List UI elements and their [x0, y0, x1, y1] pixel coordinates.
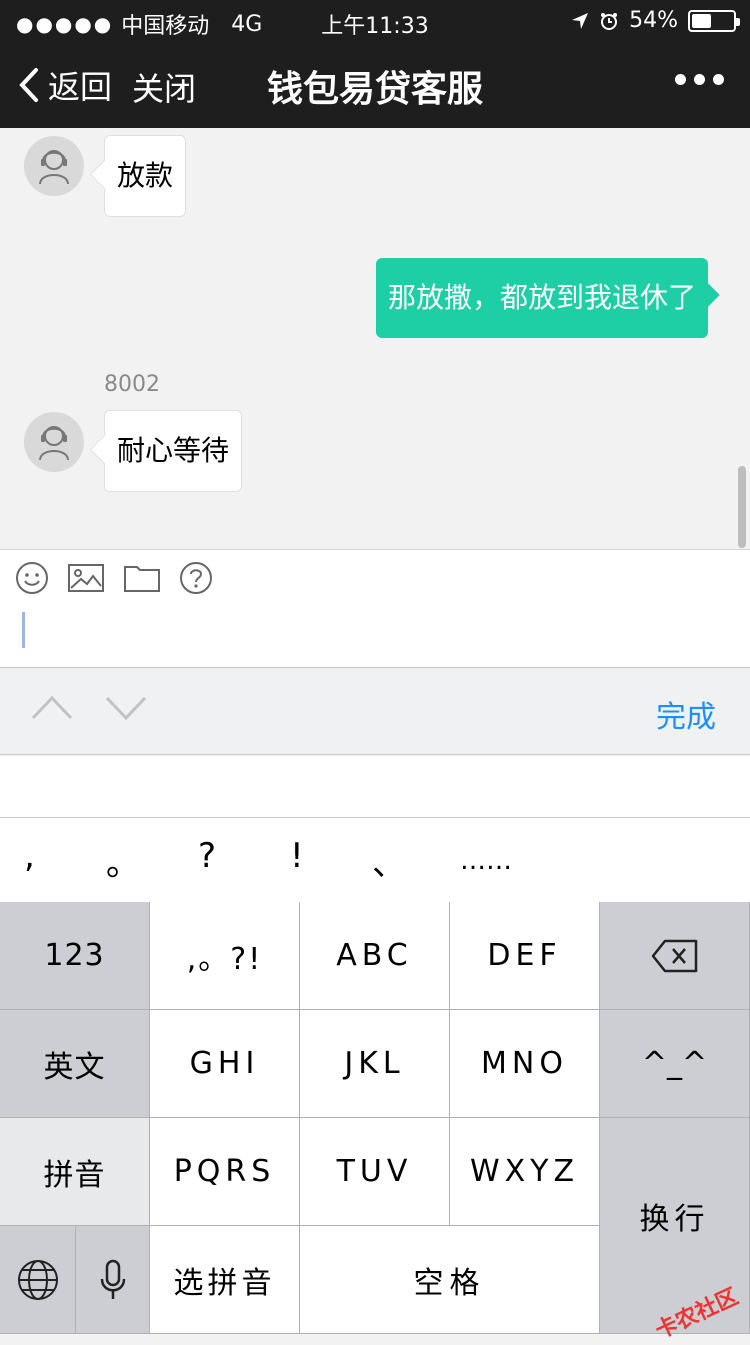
key-punct[interactable]: ,。?!	[150, 902, 300, 1010]
status-bar: ●●●●● 中国移动 4G 上午11:33 54%	[0, 0, 750, 40]
globe-icon	[17, 1259, 58, 1300]
headset-agent-icon	[39, 150, 69, 185]
chat-scrollbar[interactable]	[738, 466, 746, 548]
punct-enumeration-comma[interactable]: 、	[372, 836, 406, 885]
more-dot-icon	[694, 74, 705, 85]
key-ghi[interactable]: GHI	[150, 1010, 300, 1118]
next-field-button[interactable]	[104, 692, 154, 732]
punct-exclamation[interactable]: !	[290, 836, 304, 876]
keyboard-toolbar: 完成	[0, 667, 750, 755]
previous-field-button[interactable]	[30, 692, 80, 732]
agent-avatar[interactable]	[24, 412, 84, 472]
top-bar: ●●●●● 中国移动 4G 上午11:33 54% 返回 关闭 钱包易贷客服	[0, 0, 750, 128]
help-button[interactable]	[178, 562, 214, 594]
chevron-up-icon	[31, 695, 73, 720]
status-right: 54%	[571, 8, 740, 33]
key-jkl[interactable]: JKL	[300, 1010, 450, 1118]
headset-agent-icon	[39, 426, 69, 461]
keyboard: 123 ,。?! ABC DEF 英文 GHI JKL MNO ^_^ 拼音 P…	[0, 902, 750, 1344]
question-circle-icon	[180, 562, 212, 594]
globe-key[interactable]	[0, 1226, 76, 1334]
key-wxyz[interactable]: WXYZ	[450, 1118, 600, 1226]
location-arrow-icon	[572, 12, 589, 29]
done-button[interactable]: 完成	[656, 692, 716, 736]
battery-icon	[688, 9, 740, 32]
message-bubble[interactable]: 那放撒，都放到我退休了	[375, 258, 708, 338]
return-label: 换行	[639, 1201, 710, 1237]
chevron-down-icon	[105, 696, 147, 721]
dictation-key[interactable]	[76, 1226, 150, 1334]
punct-comma[interactable]: ,	[24, 836, 35, 876]
message-input-area	[0, 549, 750, 667]
more-dot-icon	[675, 74, 686, 85]
text-cursor	[22, 612, 25, 648]
more-dot-icon	[713, 74, 724, 85]
image-icon	[68, 564, 104, 592]
sender-name: 8002	[104, 372, 160, 397]
nav-bar: 返回 关闭 钱包易贷客服	[0, 40, 750, 128]
agent-avatar[interactable]	[24, 136, 84, 196]
message-bubble[interactable]: 放款	[104, 135, 187, 217]
space-key[interactable]: 空格	[300, 1226, 600, 1334]
key-def[interactable]: DEF	[450, 902, 600, 1010]
key-pqrs[interactable]: PQRS	[150, 1118, 300, 1226]
file-button[interactable]	[124, 562, 160, 594]
page-title: 钱包易贷客服	[266, 69, 483, 110]
key-123[interactable]: 123	[0, 902, 150, 1010]
delete-key[interactable]	[600, 902, 750, 1010]
key-english[interactable]: 英文	[0, 1010, 150, 1118]
punctuation-row: , 。 ? ! 、 ……	[0, 818, 750, 902]
emoji-button[interactable]	[14, 562, 50, 594]
folder-icon	[124, 566, 160, 592]
chat-area[interactable]: 放款 那放撒，都放到我退休了 8002 耐心等待	[0, 128, 750, 549]
alarm-icon	[601, 12, 618, 30]
punct-ellipsis[interactable]: ……	[460, 846, 512, 876]
battery-fill	[692, 13, 712, 28]
key-tuv[interactable]: TUV	[300, 1118, 450, 1226]
candidate-bar	[0, 756, 750, 818]
key-mno[interactable]: MNO	[450, 1010, 600, 1118]
smiley-icon	[16, 562, 48, 594]
backspace-icon	[651, 939, 697, 972]
key-abc[interactable]: ABC	[300, 902, 450, 1010]
message-bubble[interactable]: 耐心等待	[104, 410, 243, 492]
key-select-pinyin[interactable]: 选拼音	[150, 1226, 300, 1334]
image-button[interactable]	[68, 562, 104, 594]
microphone-icon	[100, 1259, 125, 1299]
key-emoticon[interactable]: ^_^	[600, 1010, 750, 1118]
battery-percent: 54%	[629, 8, 678, 33]
punct-question[interactable]: ?	[198, 836, 216, 876]
more-menu-button[interactable]	[675, 74, 724, 85]
key-pinyin[interactable]: 拼音	[0, 1118, 150, 1226]
punct-period[interactable]: 。	[106, 836, 140, 885]
